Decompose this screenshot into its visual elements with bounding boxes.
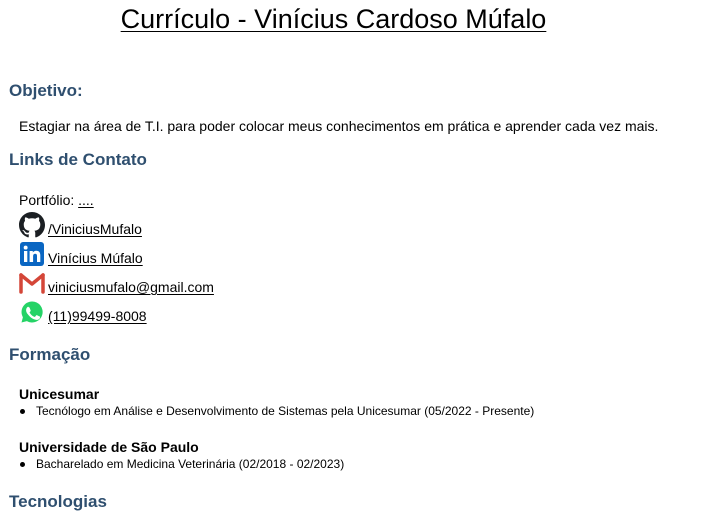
email-link-row[interactable]: viniciusmufalo@gmail.com <box>19 268 214 296</box>
institution-course: Tecnólogo em Análise e Desenvolvimento d… <box>19 404 534 418</box>
gmail-icon <box>19 270 45 296</box>
objetivo-text: Estagiar na área de T.I. para poder colo… <box>19 118 659 134</box>
linkedin-link[interactable]: Vinícius Múfalo <box>48 250 143 267</box>
portfolio-link[interactable]: .... <box>78 192 94 208</box>
github-link-row[interactable]: /ViniciusMufalo <box>19 210 142 238</box>
course-text: Bacharelado em Medicina Veterinária (02/… <box>36 457 345 471</box>
institution-name: Unicesumar <box>19 386 100 402</box>
resume-page: Currículo - Vinícius Cardoso Múfalo Obje… <box>0 0 720 530</box>
github-icon <box>19 212 45 238</box>
bullet-icon <box>20 461 25 467</box>
whatsapp-link-row[interactable]: (11)99499-8008 <box>19 297 147 325</box>
links-heading: Links de Contato <box>9 150 147 169</box>
objetivo-heading: Objetivo: <box>9 81 83 100</box>
whatsapp-link[interactable]: (11)99499-8008 <box>48 308 147 325</box>
linkedin-icon <box>19 241 45 267</box>
github-link[interactable]: /ViniciusMufalo <box>48 221 142 238</box>
email-link[interactable]: viniciusmufalo@gmail.com <box>48 279 214 296</box>
linkedin-link-row[interactable]: Vinícius Múfalo <box>19 239 143 267</box>
formacao-heading: Formação <box>9 345 91 364</box>
portfolio-row: Portfólio: .... <box>19 192 94 208</box>
course-text: Tecnólogo em Análise e Desenvolvimento d… <box>36 404 535 418</box>
whatsapp-icon <box>19 299 45 325</box>
tecnologias-heading: Tecnologias <box>9 492 107 511</box>
portfolio-label: Portfólio: <box>19 192 75 208</box>
bullet-icon <box>20 408 25 414</box>
page-title: Currículo - Vinícius Cardoso Múfalo <box>120 4 547 34</box>
institution-name: Universidade de São Paulo <box>19 439 199 455</box>
institution-course: Bacharelado em Medicina Veterinária (02/… <box>19 457 344 471</box>
